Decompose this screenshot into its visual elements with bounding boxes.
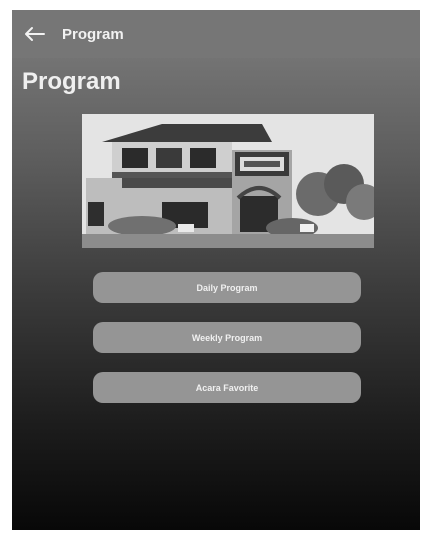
building-photo — [82, 114, 374, 248]
acara-favorite-button[interactable]: Acara Favorite — [93, 372, 361, 403]
program-menu: Daily Program Weekly Program Acara Favor… — [93, 272, 361, 422]
app-bar-title: Program — [62, 25, 124, 43]
app-bar: Program — [12, 10, 420, 58]
building-illustration — [82, 114, 374, 248]
daily-program-button[interactable]: Daily Program — [93, 272, 361, 303]
weekly-program-button[interactable]: Weekly Program — [93, 322, 361, 353]
app-screen: Program Program Daily Program Weekly Pro… — [12, 10, 420, 530]
arrow-left-icon — [25, 27, 45, 41]
back-button[interactable] — [20, 20, 48, 48]
page-title: Program — [22, 68, 121, 95]
